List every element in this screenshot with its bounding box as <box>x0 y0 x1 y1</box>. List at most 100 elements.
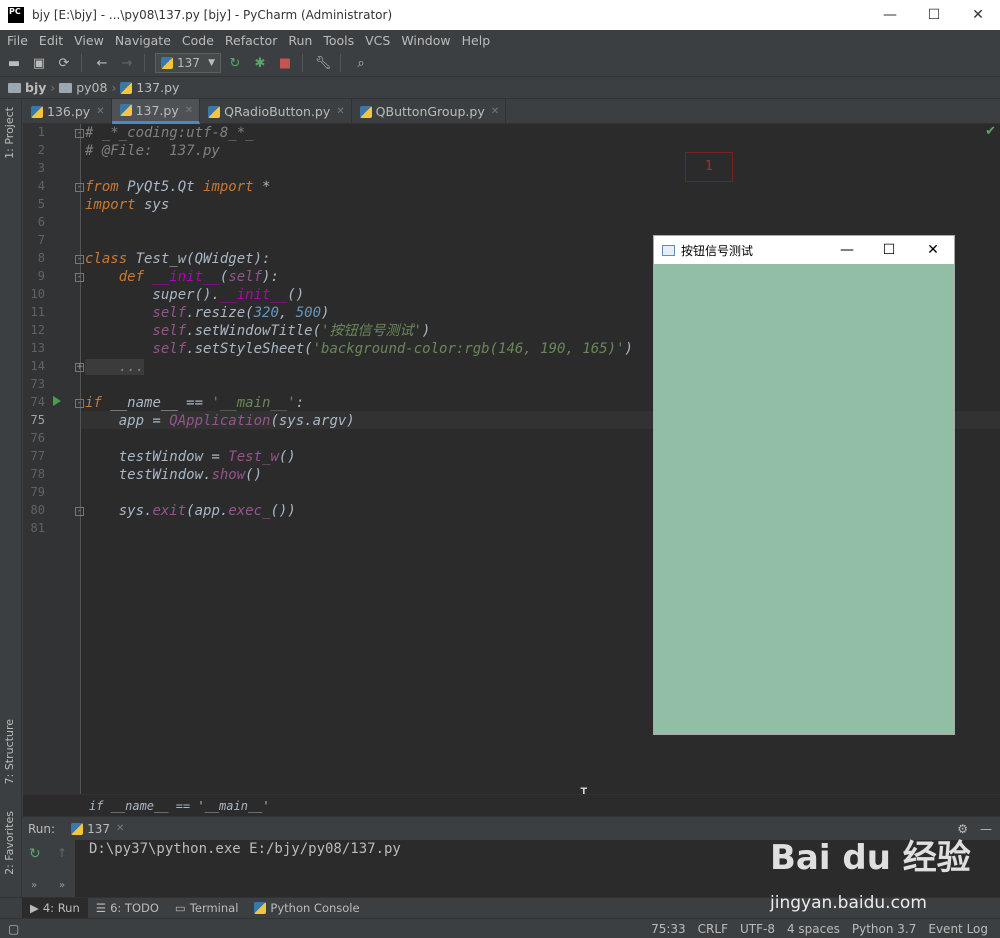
folded-code[interactable]: ... <box>85 359 145 375</box>
structure-tool-label: 7: Structure <box>3 719 16 785</box>
layout-icon[interactable]: ▢ <box>8 922 19 936</box>
rerun-icon[interactable]: ↻ <box>224 52 246 74</box>
sync-icon[interactable]: ⟳ <box>53 52 75 74</box>
stop-icon[interactable]: ■ <box>274 52 296 74</box>
structure-tool-button[interactable]: 7: Structure <box>3 719 16 784</box>
line-number: 6 <box>37 215 45 229</box>
code-line-13: self.setStyleSheet('background-color:rgb… <box>85 340 632 358</box>
string: '__main__' <box>211 395 296 411</box>
code-line-77: testWindow = Test_w() <box>85 448 296 466</box>
menu-file[interactable]: File <box>3 33 32 48</box>
menu-refactor[interactable]: Refactor <box>221 33 281 48</box>
console-output[interactable]: D:\py37\python.exe E:/bjy/py08/137.py <box>89 840 401 858</box>
code-token: testWindow. <box>85 467 212 483</box>
run-side-toolbar: ↻ ↑ » » <box>23 840 75 897</box>
line-number: 7 <box>37 233 45 247</box>
minimize-button[interactable]: — <box>868 0 912 30</box>
chevron-down-icon: ▼ <box>208 58 215 68</box>
tab-qbuttongroup-py[interactable]: QButtonGroup.py ✕ <box>352 99 507 124</box>
run-label: Run: <box>28 821 56 836</box>
fold-icon[interactable]: - <box>75 255 84 264</box>
python-interpreter[interactable]: Python 3.7 <box>852 922 917 936</box>
navigation-bar: bjy › py08 › 137.py <box>0 77 1000 99</box>
tab-todo[interactable]: ☰ 6: TODO <box>88 898 167 919</box>
tab-qradiobutton-py[interactable]: QRadioButton.py ✕ <box>200 99 352 124</box>
keyword: class <box>85 251 136 267</box>
back-icon[interactable]: ← <box>91 52 113 74</box>
line-number: 76 <box>30 431 45 445</box>
fold-icon[interactable]: - <box>75 129 84 138</box>
debug-icon[interactable]: ✱ <box>249 52 271 74</box>
menu-window[interactable]: Window <box>397 33 454 48</box>
terminal-icon: ▭ <box>174 901 186 915</box>
close-tab-icon[interactable]: ✕ <box>116 823 124 834</box>
tab-label: 136.py <box>47 104 91 119</box>
comment: # @File: 137.py <box>85 143 220 159</box>
fold-icon[interactable]: - <box>75 183 84 192</box>
fold-icon[interactable]: - <box>75 273 84 282</box>
qt-close-button[interactable]: ✕ <box>912 236 954 264</box>
arrow-up-icon[interactable]: ↑ <box>57 846 67 860</box>
code-breadcrumb[interactable]: if __name__ == '__main__' <box>23 794 1000 816</box>
run-tab-137[interactable]: 137 ✕ <box>71 822 124 836</box>
rerun-icon[interactable]: ↻ <box>29 846 41 862</box>
line-number: 14 <box>30 359 45 373</box>
breadcrumb-file[interactable]: 137.py <box>120 80 179 95</box>
keyword: from <box>85 179 119 195</box>
close-button[interactable]: ✕ <box>956 0 1000 30</box>
tab-label: QRadioButton.py <box>224 104 331 119</box>
watermark-url: jingyan.baidu.com <box>770 893 927 913</box>
menu-code[interactable]: Code <box>178 33 218 48</box>
wrench-icon[interactable]: 🔧︎ <box>312 52 334 74</box>
qt-maximize-button[interactable]: ☐ <box>868 236 910 264</box>
open-folder-icon[interactable]: ▬ <box>3 52 25 74</box>
menu-run[interactable]: Run <box>284 33 316 48</box>
close-tab-icon[interactable]: ✕ <box>96 106 104 117</box>
close-tab-icon[interactable]: ✕ <box>491 106 499 117</box>
inspection-ok-icon[interactable]: ✔ <box>985 124 996 139</box>
tab-136-py[interactable]: 136.py ✕ <box>23 99 112 124</box>
forward-icon[interactable]: → <box>116 52 138 74</box>
maximize-button[interactable]: ☐ <box>912 0 956 30</box>
menu-help[interactable]: Help <box>458 33 495 48</box>
save-icon[interactable]: ▣ <box>28 52 50 74</box>
caret-position[interactable]: 75:33 <box>651 922 686 936</box>
event-log[interactable]: Event Log <box>928 922 988 936</box>
menu-vcs[interactable]: VCS <box>361 33 394 48</box>
line-separator[interactable]: CRLF <box>698 922 728 936</box>
tab-python-console[interactable]: Python Console <box>246 898 367 919</box>
code-token: (QWidget): <box>186 251 271 267</box>
title-bar: PC bjy [E:\bjy] - ...\py08\137.py [bjy] … <box>0 0 1000 30</box>
project-tool-button[interactable]: 1: Project <box>3 107 16 159</box>
menu-bar: File Edit View Navigate Code Refactor Ru… <box>0 30 1000 50</box>
menu-navigate[interactable]: Navigate <box>111 33 175 48</box>
qt-minimize-button[interactable]: — <box>826 236 868 264</box>
menu-edit[interactable]: Edit <box>35 33 67 48</box>
tab-run[interactable]: ▶ 4: Run <box>22 897 88 919</box>
run-config-select[interactable]: 137 ▼ <box>155 53 221 73</box>
close-tab-icon[interactable]: ✕ <box>185 105 193 116</box>
window-title: bjy [E:\bjy] - ...\py08\137.py [bjy] - P… <box>32 8 393 22</box>
fold-icon[interactable]: - <box>75 399 84 408</box>
breadcrumb-project[interactable]: bjy <box>8 80 46 95</box>
search-icon[interactable]: ⌕ <box>350 52 372 74</box>
menu-view[interactable]: View <box>70 33 108 48</box>
number: 500 <box>295 305 322 321</box>
indent-setting[interactable]: 4 spaces <box>787 922 840 936</box>
file-encoding[interactable]: UTF-8 <box>740 922 775 936</box>
fold-icon[interactable]: - <box>75 507 84 516</box>
breadcrumb-folder[interactable]: py08 <box>59 80 107 95</box>
unfold-icon[interactable]: + <box>75 363 84 372</box>
expand-icon[interactable]: » <box>59 880 65 891</box>
run-gutter-icon[interactable] <box>53 396 61 406</box>
menu-tools[interactable]: Tools <box>319 33 358 48</box>
code-line-1: # _*_coding:utf-8_*_ <box>85 124 254 142</box>
tab-terminal[interactable]: ▭ Terminal <box>167 898 246 919</box>
close-tab-icon[interactable]: ✕ <box>336 106 344 117</box>
code-token: sys. <box>85 503 153 519</box>
tab-137-py[interactable]: 137.py ✕ <box>111 99 201 124</box>
hide-panel-icon[interactable]: — <box>980 822 992 836</box>
line-number: 79 <box>30 485 45 499</box>
favorites-tool-button[interactable]: 2: Favorites <box>3 811 16 875</box>
expand-icon[interactable]: » <box>31 880 37 891</box>
